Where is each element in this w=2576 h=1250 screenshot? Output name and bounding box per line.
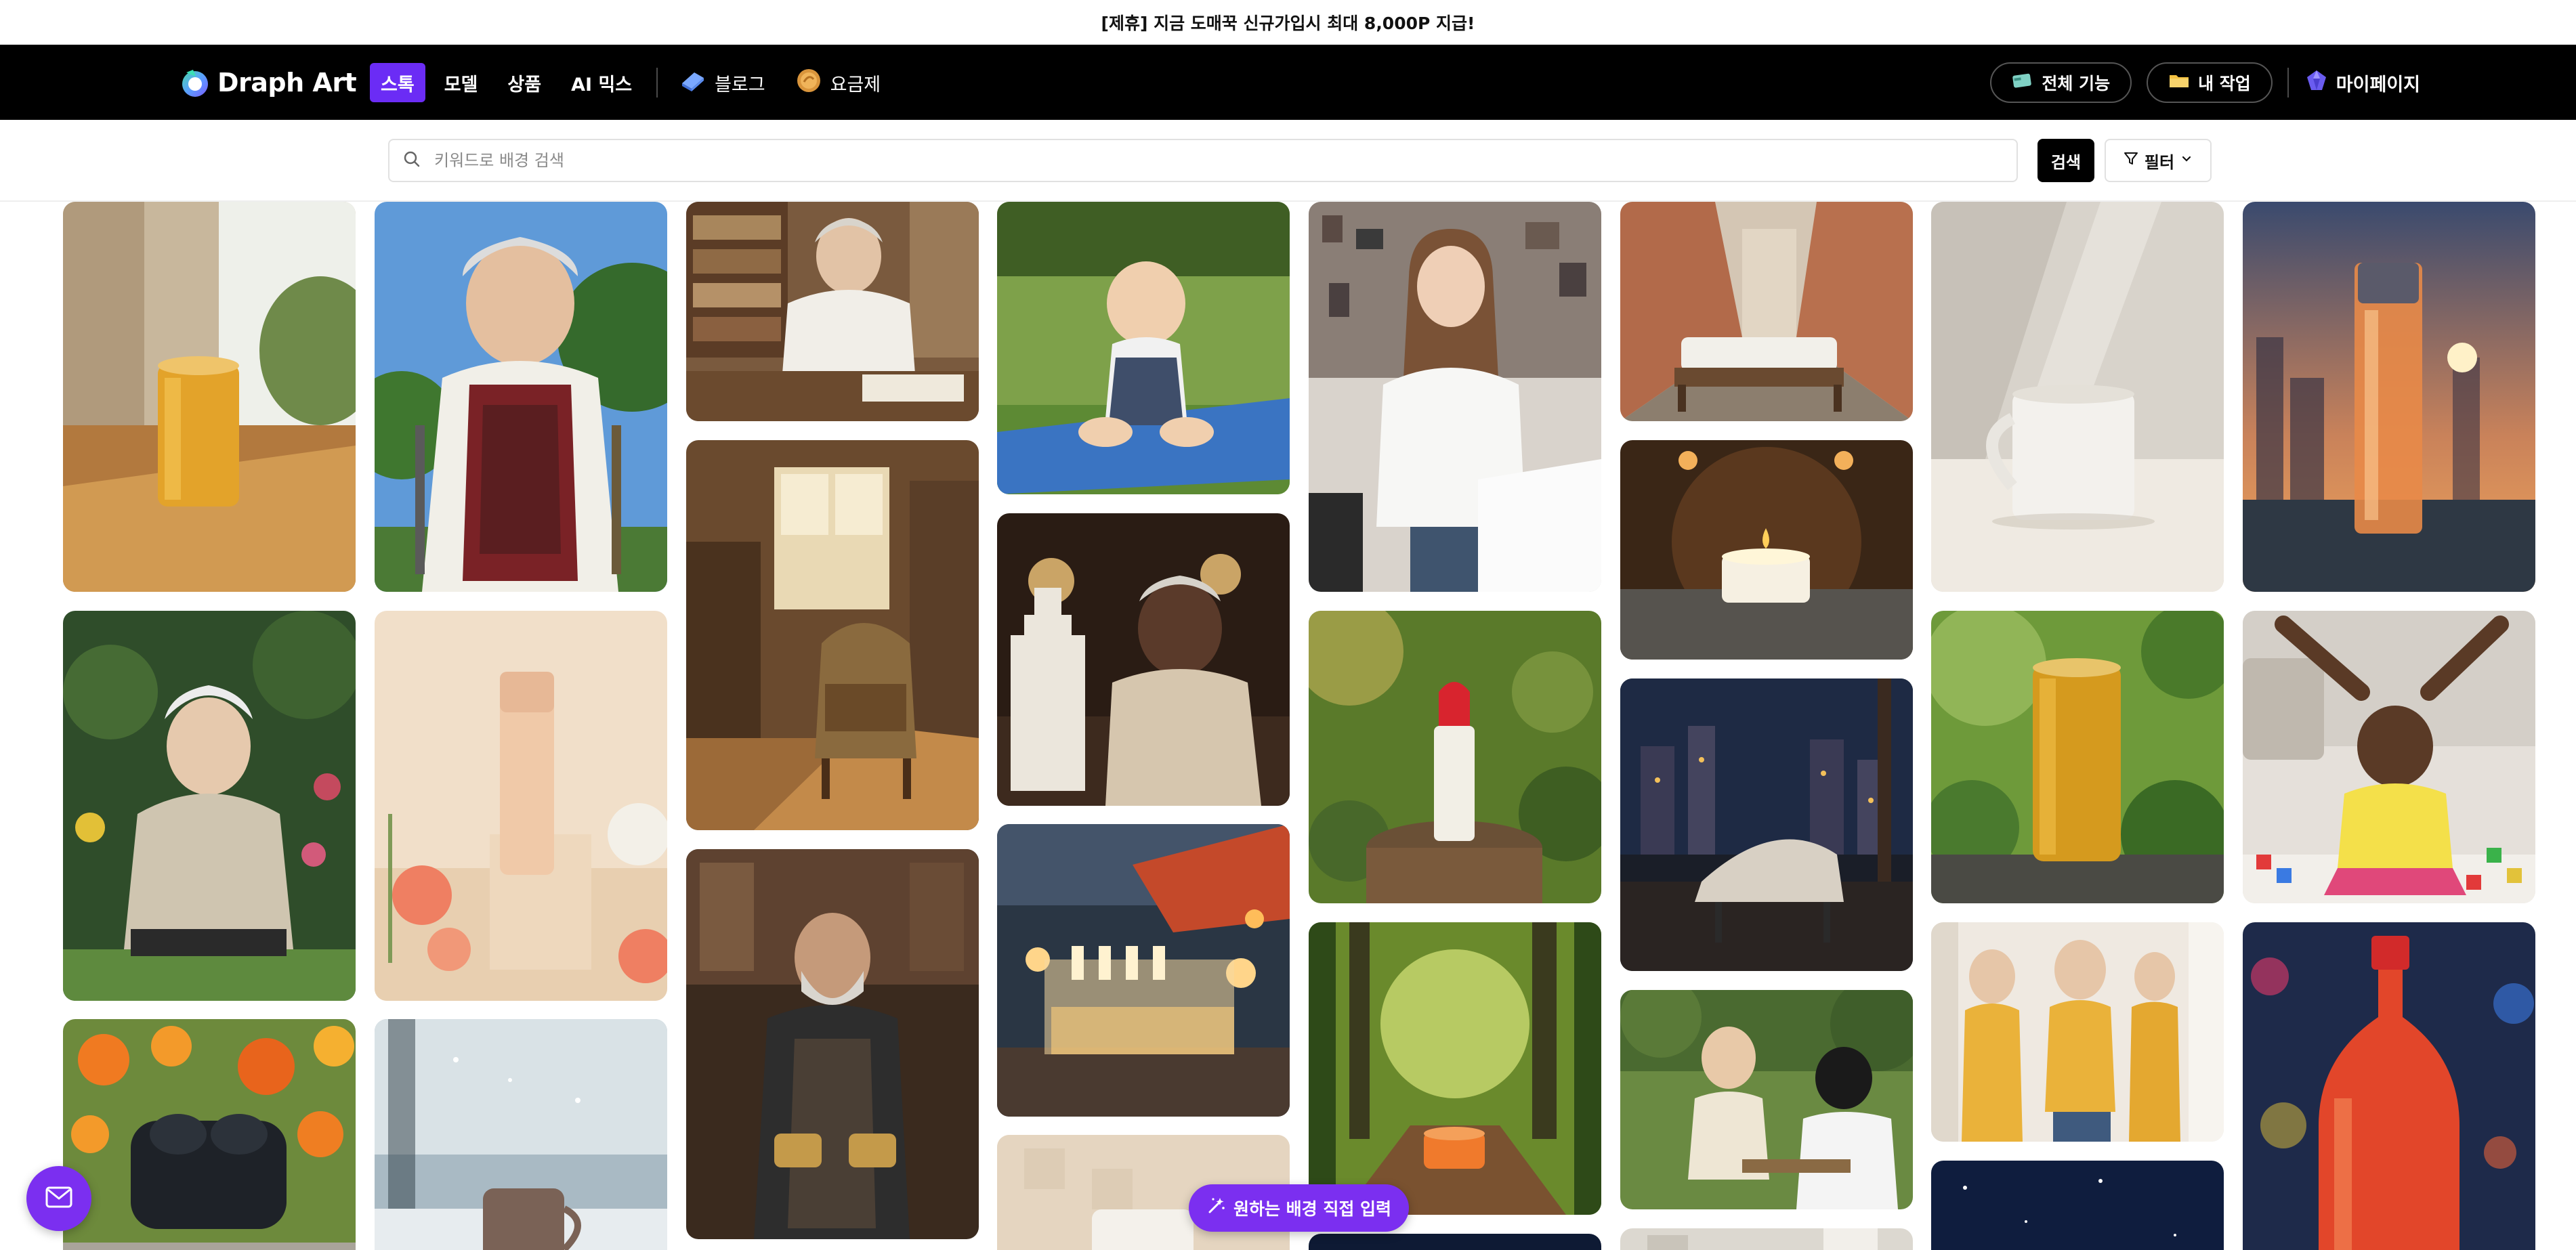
- coin-icon: [795, 67, 822, 99]
- nav-tab-stock[interactable]: 스톡: [370, 63, 425, 102]
- gallery-image[interactable]: [1931, 1161, 2224, 1250]
- gallery-image[interactable]: [997, 202, 1290, 494]
- my-page-link[interactable]: 마이페이지: [2305, 69, 2420, 97]
- gallery-image[interactable]: [63, 1019, 356, 1250]
- nav-tab-model[interactable]: 모델: [434, 63, 489, 102]
- gallery-image[interactable]: [1620, 678, 1913, 971]
- gallery-image[interactable]: [375, 202, 667, 592]
- top-navigation: Draph Art 스톡 모델 상품 AI 믹스 블로그 요금제 전체 기능 내…: [0, 45, 2576, 120]
- gallery-image[interactable]: [375, 1019, 667, 1250]
- promo-text: [제휴] 지금 도매꾹 신규가입시 최대 8,000P 지급!: [1101, 14, 1475, 33]
- gallery-image[interactable]: [1309, 922, 1601, 1215]
- custom-background-button[interactable]: 원하는 배경 직접 입력: [1189, 1184, 1409, 1232]
- nav-divider: [656, 68, 658, 98]
- folder-icon: [2168, 71, 2190, 94]
- contact-button[interactable]: [26, 1166, 91, 1231]
- gallery-image[interactable]: [2243, 202, 2535, 592]
- card-icon: [2012, 71, 2033, 94]
- all-features-button[interactable]: 전체 기능: [1990, 62, 2132, 103]
- filter-button[interactable]: 필터: [2105, 139, 2212, 182]
- my-work-button[interactable]: 내 작업: [2147, 62, 2273, 103]
- my-work-label: 내 작업: [2198, 74, 2251, 93]
- search-icon: [403, 150, 421, 171]
- my-page-label: 마이페이지: [2336, 74, 2420, 95]
- gallery-image[interactable]: [1620, 202, 1913, 421]
- gem-icon: [2305, 69, 2328, 97]
- gallery-image[interactable]: [686, 440, 979, 830]
- chevron-down-icon: [2180, 151, 2193, 170]
- nav-tab-ai-mix[interactable]: AI 믹스: [560, 63, 643, 102]
- gallery-image[interactable]: [1309, 202, 1601, 592]
- user-nav: 전체 기능 내 작업 마이페이지: [1975, 62, 2420, 104]
- gallery-image[interactable]: [686, 202, 979, 421]
- search-input[interactable]: [433, 150, 2017, 171]
- gallery-image[interactable]: [1620, 440, 1913, 660]
- logo-icon: [180, 67, 211, 98]
- gallery-image[interactable]: [1620, 990, 1913, 1209]
- nav-link-blog[interactable]: 블로그: [669, 63, 776, 102]
- nav-link-pricing-label: 요금제: [830, 74, 881, 95]
- magic-wand-icon: [1206, 1197, 1225, 1220]
- mail-icon: [45, 1186, 72, 1211]
- gallery-image[interactable]: [1931, 611, 2224, 903]
- all-features-label: 전체 기능: [2042, 74, 2111, 93]
- search-bar: 검색 필터: [0, 120, 2576, 202]
- main-nav: 스톡 모델 상품 AI 믹스 블로그 요금제: [370, 63, 900, 102]
- logo-text: Draph Art: [217, 68, 357, 98]
- search-box[interactable]: [388, 139, 2018, 182]
- logo[interactable]: Draph Art: [180, 64, 357, 102]
- promo-banner[interactable]: [제휴] 지금 도매꾹 신규가입시 최대 8,000P 지급!: [0, 0, 2576, 45]
- gallery-image[interactable]: [997, 824, 1290, 1117]
- filter-label: 필터: [2144, 152, 2175, 172]
- custom-background-label: 원하는 배경 직접 입력: [1233, 1199, 1392, 1219]
- gallery-image[interactable]: [1620, 1228, 1913, 1250]
- gallery-image[interactable]: [2243, 611, 2535, 903]
- book-icon: [679, 67, 706, 99]
- gallery-image[interactable]: [63, 202, 356, 592]
- gallery-image[interactable]: [686, 849, 979, 1239]
- gallery-image[interactable]: [2243, 922, 2535, 1250]
- image-gallery: [0, 202, 2576, 1250]
- filter-icon: [2123, 150, 2139, 171]
- user-nav-divider: [2287, 68, 2289, 98]
- gallery-image[interactable]: [1309, 611, 1601, 903]
- nav-link-blog-label: 블로그: [715, 74, 765, 95]
- gallery-image[interactable]: [375, 611, 667, 1001]
- gallery-image[interactable]: [1931, 922, 2224, 1142]
- nav-link-pricing[interactable]: 요금제: [784, 63, 892, 102]
- search-button[interactable]: 검색: [2037, 139, 2094, 182]
- gallery-image[interactable]: [1931, 202, 2224, 592]
- nav-tab-product[interactable]: 상품: [497, 63, 552, 102]
- gallery-image[interactable]: [1309, 1234, 1601, 1250]
- gallery-image[interactable]: [997, 513, 1290, 806]
- gallery-image[interactable]: [63, 611, 356, 1001]
